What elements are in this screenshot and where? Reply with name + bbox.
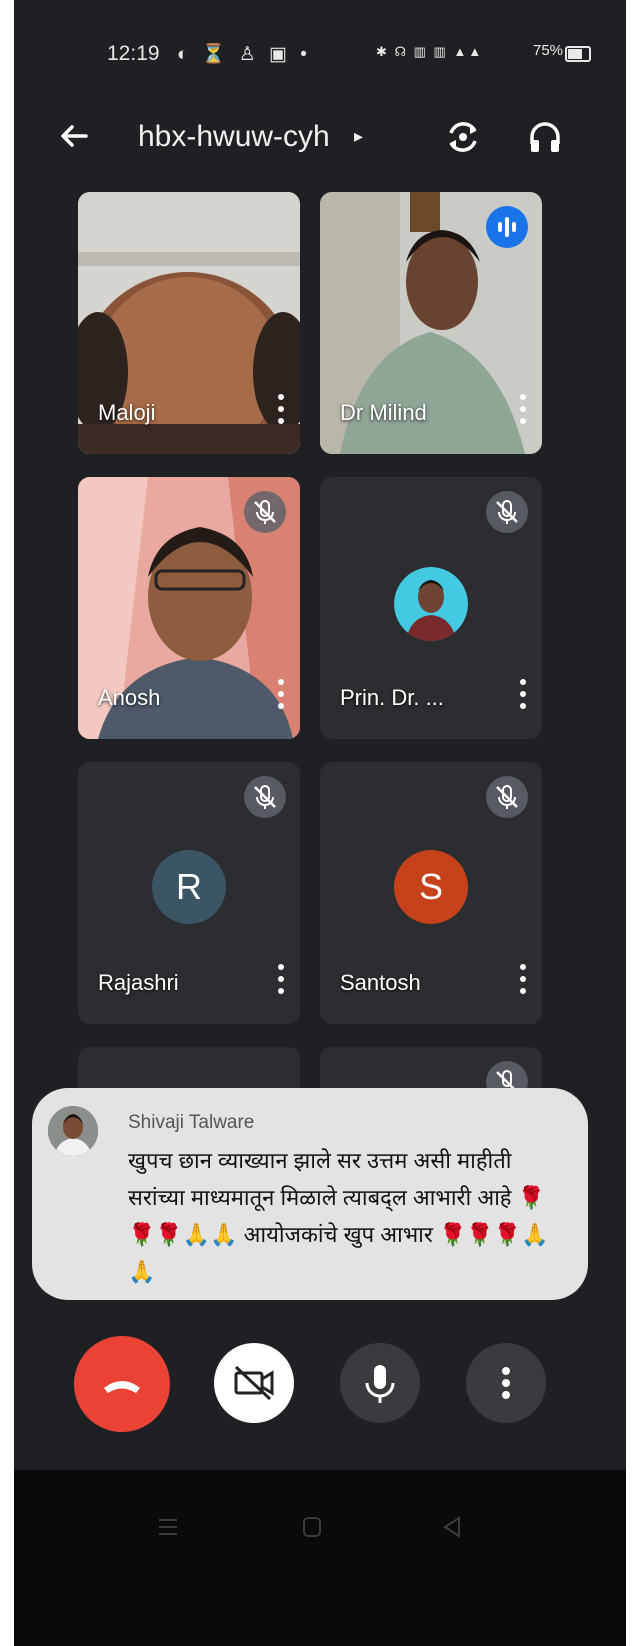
sender-avatar [48, 1106, 98, 1156]
back-nav-icon[interactable] [440, 1515, 464, 1539]
camera-off-button[interactable] [214, 1343, 294, 1423]
notification-sender: Shivaji Talware [128, 1112, 255, 1133]
participant-name: Santosh [340, 970, 421, 995]
participant-tile[interactable]: R Rajashri [78, 762, 300, 1024]
chat-notification[interactable]: Shivaji Talware खुपच छान व्याख्यान झाले … [32, 1088, 588, 1300]
participant-tile[interactable]: S Santosh [320, 762, 542, 1024]
mic-off-icon [486, 776, 528, 818]
avatar [394, 567, 468, 641]
more-options-icon[interactable] [518, 679, 528, 715]
meeting-code[interactable]: hbx-hwuw-cyh [138, 120, 330, 154]
participant-tile[interactable]: Maloji [78, 192, 300, 454]
participant-tile[interactable]: Dr Milind [320, 192, 542, 454]
avatar: R [152, 850, 226, 924]
mic-off-icon [244, 776, 286, 818]
more-options-icon[interactable] [518, 964, 528, 1000]
signal-icons: ✱ ☊ ▥ ▥ ▲▲ [376, 44, 484, 59]
meeting-details-caret-icon[interactable]: ▸ [354, 126, 363, 147]
participant-name: Anosh [98, 685, 161, 710]
status-bar: 12:19 ◐ ⏳ ♙ ▣ • ✱ ☊ ▥ ▥ ▲▲ 75% [14, 40, 626, 70]
participant-name: Dr Milind [340, 400, 427, 425]
switch-camera-icon[interactable] [442, 116, 484, 158]
recents-icon[interactable] [156, 1515, 180, 1539]
more-options-icon[interactable] [276, 394, 286, 430]
participant-tile[interactable]: Prin. Dr. ... [320, 477, 542, 739]
more-options-icon[interactable] [518, 394, 528, 430]
home-icon[interactable] [300, 1515, 324, 1539]
battery-icon [565, 46, 591, 62]
more-options-icon[interactable] [276, 964, 286, 1000]
more-options-icon[interactable] [276, 679, 286, 715]
status-time: 12:19 [107, 42, 160, 65]
participant-name: Maloji [98, 400, 156, 425]
end-call-button[interactable] [74, 1336, 170, 1432]
participant-name: Rajashri [98, 970, 179, 995]
meet-screen: 12:19 ◐ ⏳ ♙ ▣ • ✱ ☊ ▥ ▥ ▲▲ 75% hbx-hwuw-… [14, 0, 626, 1646]
mic-off-icon [486, 491, 528, 533]
back-arrow-icon[interactable] [54, 116, 94, 156]
more-options-button[interactable] [466, 1343, 546, 1423]
meeting-header: hbx-hwuw-cyh ▸ [14, 110, 626, 166]
participant-tile[interactable]: Anosh [78, 477, 300, 739]
participant-name: Prin. Dr. ... [340, 685, 444, 710]
notification-message: खुपच छान व्याख्यान झाले सर उत्तम असी माह… [128, 1148, 549, 1284]
system-nav-bar [14, 1470, 626, 1646]
mic-off-icon [244, 491, 286, 533]
mic-button[interactable] [340, 1343, 420, 1423]
speaking-indicator-icon [486, 206, 528, 248]
headphones-icon[interactable] [524, 116, 566, 158]
battery-percent: 75% [533, 42, 564, 59]
notification-icons: ◐ ⏳ ♙ ▣ • [177, 44, 311, 65]
avatar: S [394, 850, 468, 924]
